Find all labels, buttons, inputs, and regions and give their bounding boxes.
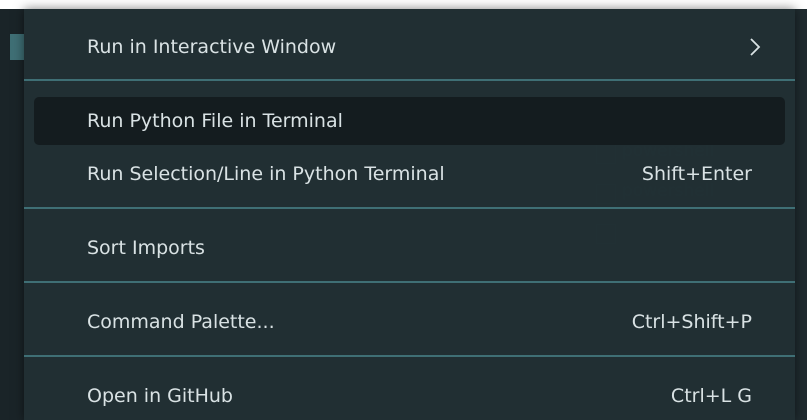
menu-item-shortcut: Shift+Enter: [641, 163, 752, 185]
menu-item-label: Run in Interactive Window: [87, 36, 337, 58]
menu-item-sort-imports[interactable]: Sort Imports: [34, 224, 785, 272]
screen: powershell powershell Run in Interactive…: [0, 0, 807, 420]
menu-separator: [24, 207, 795, 209]
menu-separator: [24, 79, 795, 81]
menu-item-label: Sort Imports: [87, 237, 205, 259]
menu-item-run-python-file-in-terminal[interactable]: Run Python File in Terminal: [34, 97, 785, 145]
menu-item-label: Command Palette...: [87, 311, 275, 333]
context-menu: Run in Interactive Window Run Python Fil…: [24, 9, 795, 420]
menu-item-command-palette[interactable]: Command Palette... Ctrl+Shift+P: [34, 298, 785, 346]
activity-strip: [0, 9, 24, 420]
menu-item-label: Run Selection/Line in Python Terminal: [87, 163, 445, 185]
menu-item-label: Open in GitHub: [87, 385, 233, 407]
menu-item-shortcut: Ctrl+L G: [670, 385, 752, 407]
menu-separator: [24, 281, 795, 283]
menu-separator: [24, 355, 795, 357]
menu-item-run-selection-line[interactable]: Run Selection/Line in Python Terminal Sh…: [34, 150, 785, 198]
menu-item-label: Run Python File in Terminal: [87, 110, 343, 132]
menu-item-run-in-interactive-window[interactable]: Run in Interactive Window: [34, 23, 785, 71]
activity-accent: [10, 34, 24, 60]
menu-item-shortcut: Ctrl+Shift+P: [631, 311, 752, 333]
chevron-right-icon: [749, 37, 761, 62]
menu-item-open-in-github[interactable]: Open in GitHub Ctrl+L G: [34, 372, 785, 420]
